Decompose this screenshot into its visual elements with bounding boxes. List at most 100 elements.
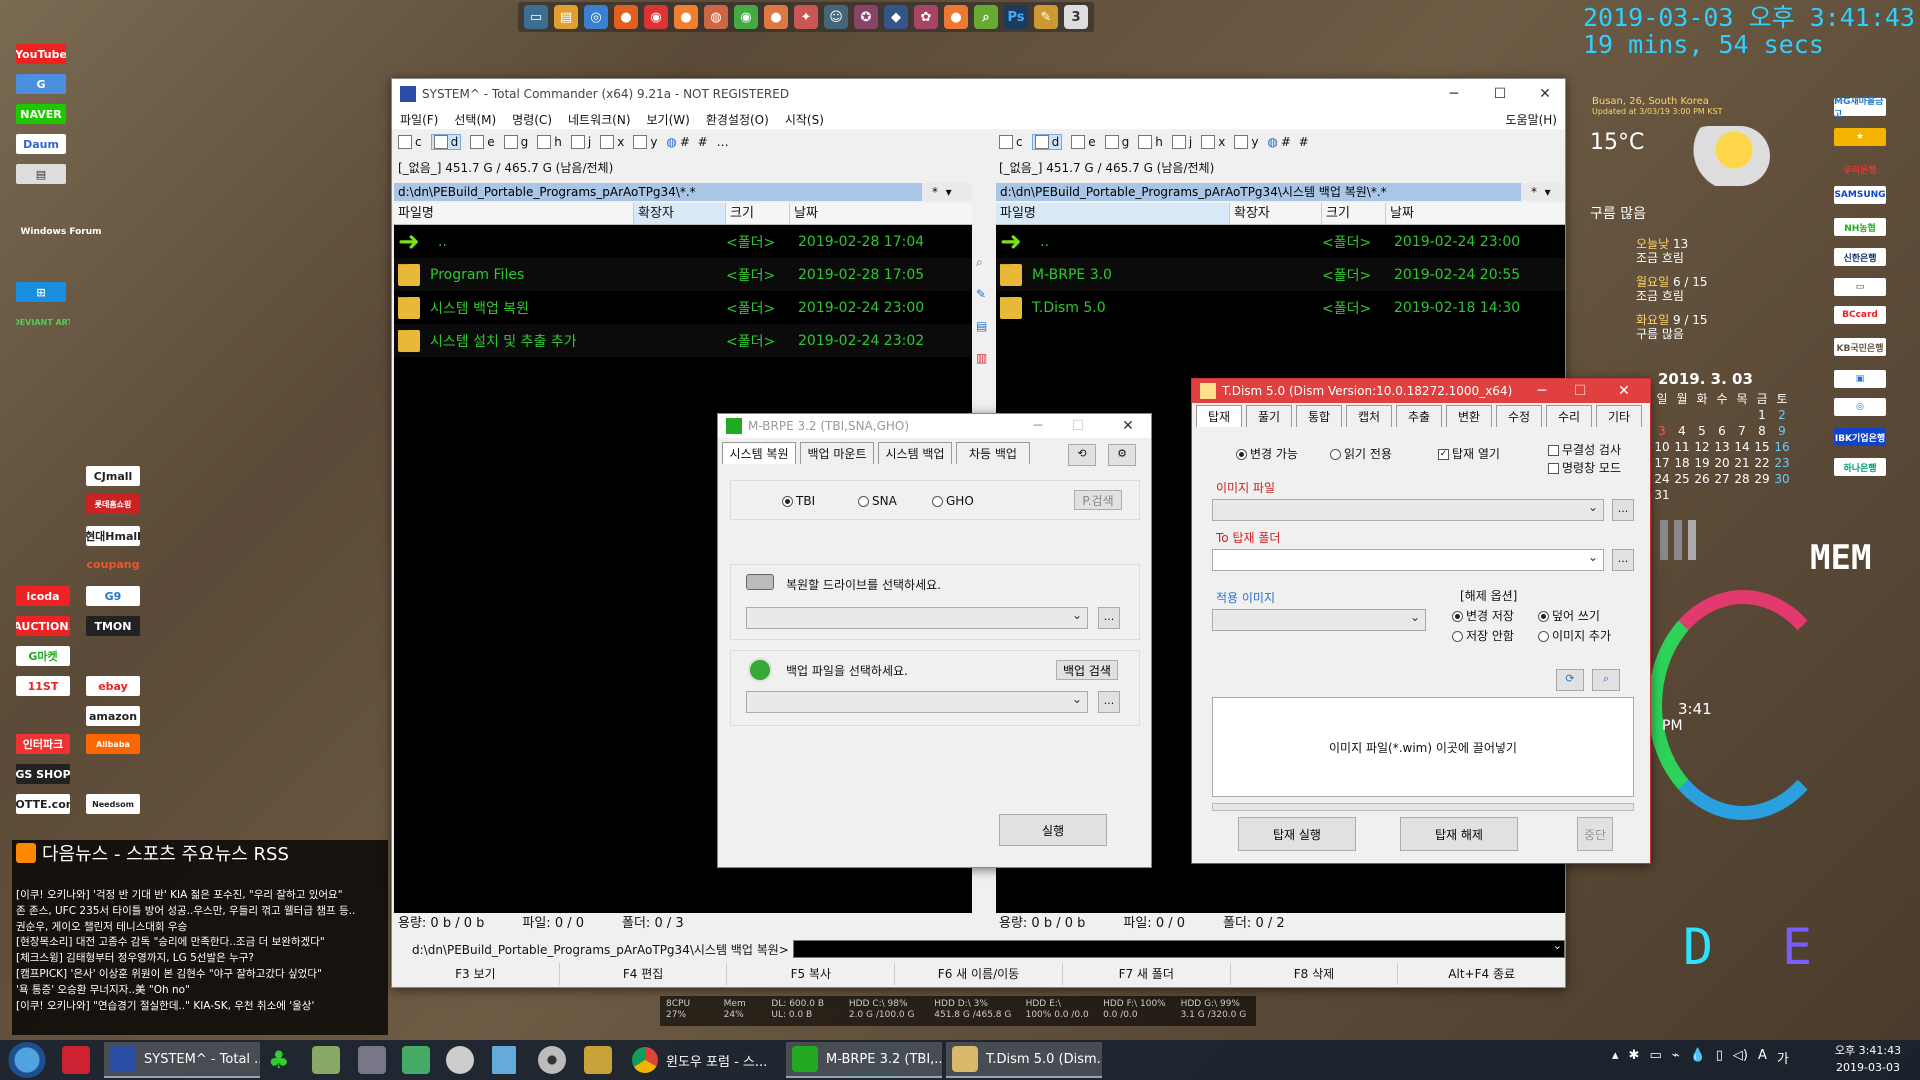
gear-app-icon[interactable] bbox=[358, 1046, 386, 1074]
search-icon[interactable]: ⌕ bbox=[974, 5, 998, 29]
drive-h[interactable]: h bbox=[537, 135, 562, 149]
11st-icon[interactable]: 11ST bbox=[16, 676, 70, 696]
lotte-icon[interactable]: LOTTE.com bbox=[16, 794, 70, 814]
drive-c[interactable]: c bbox=[398, 135, 422, 149]
tab-extract[interactable]: 추출 bbox=[1396, 405, 1442, 427]
browser-icon[interactable]: ◍ bbox=[704, 5, 728, 29]
bank3-icon[interactable]: ◎ bbox=[1834, 398, 1886, 416]
refresh-icon[interactable]: ⟲ bbox=[1068, 444, 1096, 466]
tab-system-restore[interactable]: 시스템 복원 bbox=[722, 442, 796, 464]
network-icon[interactable]: ▴ bbox=[1612, 1048, 1619, 1072]
volume-icon[interactable]: ◁) bbox=[1733, 1048, 1748, 1072]
f5-copy-button[interactable]: F5 복사 bbox=[727, 963, 896, 985]
tab-diff-backup[interactable]: 차등 백업 bbox=[956, 442, 1030, 464]
alibaba-icon[interactable]: Alibaba bbox=[86, 734, 140, 754]
drive-x[interactable]: x bbox=[1201, 135, 1225, 149]
chrome-icon[interactable]: ◉ bbox=[644, 5, 668, 29]
file-row[interactable]: 시스템 백업 복원 <폴더> 2019-02-24 23:00 bbox=[394, 291, 972, 324]
image-file-combo[interactable] bbox=[1212, 499, 1604, 521]
tab-unpack[interactable]: 풀기 bbox=[1246, 405, 1292, 427]
ime-icon[interactable]: 가 bbox=[1777, 1048, 1789, 1072]
folder-icon[interactable]: ▤ bbox=[554, 5, 578, 29]
news-item[interactable]: '욕 통증' 오승환 무너지자..美 "Oh no" bbox=[12, 983, 388, 999]
language-icon[interactable]: A bbox=[1758, 1048, 1767, 1072]
file-icon[interactable] bbox=[492, 1046, 516, 1074]
file-row[interactable]: ➜.. <폴더> 2019-02-28 17:04 bbox=[394, 225, 972, 258]
gmarket-icon[interactable]: G마켓 bbox=[16, 646, 70, 666]
interpark-icon[interactable]: 인터파크 bbox=[16, 734, 70, 754]
media-icon[interactable]: ◆ bbox=[884, 5, 908, 29]
check-integrity[interactable]: 무결성 검사 bbox=[1548, 441, 1621, 458]
tab-backup-mount[interactable]: 백업 마운트 bbox=[800, 442, 874, 464]
ibk-bank-icon[interactable]: IBK기업은행 bbox=[1834, 428, 1886, 446]
hana-bank-icon[interactable]: 하나은행 bbox=[1834, 458, 1886, 476]
drive-g[interactable]: g bbox=[1104, 135, 1129, 149]
radio-readwrite[interactable]: 변경 가능 bbox=[1236, 445, 1298, 462]
minimize-button[interactable]: ─ bbox=[1431, 79, 1477, 109]
drive-x[interactable]: x bbox=[600, 135, 624, 149]
coupang-icon[interactable]: coupang bbox=[86, 554, 140, 574]
drive-tray-icon[interactable]: ▯ bbox=[1716, 1048, 1723, 1072]
drive-h[interactable]: h bbox=[1138, 135, 1163, 149]
f4-edit-button[interactable]: F4 편집 bbox=[560, 963, 728, 985]
icoda-icon[interactable]: icoda bbox=[16, 586, 70, 606]
tab-convert[interactable]: 변환 bbox=[1446, 405, 1492, 427]
news-title[interactable]: 다음뉴스 - 스포츠 주요뉴스 RSS bbox=[42, 840, 289, 866]
left-path[interactable]: d:\dn\PEBuild_Portable_Programs_pArAoTPg… bbox=[394, 183, 922, 201]
usb-icon[interactable]: ⌁ bbox=[1672, 1048, 1680, 1072]
taskbar-item-mbrpe[interactable]: M-BRPE 3.2 (TBI,... bbox=[786, 1042, 942, 1078]
command-input[interactable]: ⌄ bbox=[792, 939, 1565, 958]
tool-icon[interactable]: ✦ bbox=[794, 5, 818, 29]
amazon-icon[interactable]: amazon bbox=[86, 706, 140, 726]
user-icon[interactable]: ☺ bbox=[824, 5, 848, 29]
file-row[interactable]: 시스템 설치 및 추출 추가 <폴더> 2019-02-24 23:02 bbox=[394, 324, 972, 357]
taskbar-item-total-commander[interactable]: SYSTEM^ - Total ... bbox=[104, 1042, 260, 1078]
menu-file[interactable]: 파일(F) bbox=[392, 111, 446, 128]
woori-bank-icon[interactable]: 우리은행 bbox=[1834, 160, 1886, 178]
backup-browse-button[interactable]: ... bbox=[1098, 691, 1120, 713]
col-name[interactable]: 파일명 bbox=[394, 203, 634, 224]
image-browse-button[interactable]: ... bbox=[1612, 499, 1634, 521]
drive-j[interactable]: j bbox=[570, 135, 591, 149]
news-item[interactable]: [캠프PICK] '은사' 이상훈 위원이 본 김현수 "야구 잘하고갔다 싶었… bbox=[12, 967, 388, 983]
needsom-icon[interactable]: Needsom bbox=[86, 794, 140, 814]
mount-folder-browse-button[interactable]: ... bbox=[1612, 549, 1634, 571]
search-files-icon[interactable]: ⌕ bbox=[976, 255, 983, 270]
radio-tbi[interactable]: TBI bbox=[782, 494, 815, 508]
auction-icon[interactable]: AUCTION. bbox=[16, 616, 70, 636]
cjmall-icon[interactable]: CJmall bbox=[86, 466, 140, 486]
compare-icon[interactable]: ▤ bbox=[976, 319, 987, 333]
maximize-button[interactable]: ☐ bbox=[1058, 414, 1098, 438]
minimize-button[interactable]: ─ bbox=[1522, 379, 1562, 403]
globe-icon[interactable]: ◎ bbox=[584, 5, 608, 29]
file-row[interactable]: M-BRPE 3.0 <폴더> 2019-02-24 20:55 bbox=[996, 258, 1565, 291]
close-button[interactable]: ✕ bbox=[1522, 79, 1568, 109]
menu-commands[interactable]: 명령(C) bbox=[504, 111, 560, 128]
unmount-button[interactable]: 탑재 해제 bbox=[1400, 817, 1518, 851]
refresh-icon[interactable]: ⟳ bbox=[1556, 669, 1584, 691]
menu-mark[interactable]: 선택(M) bbox=[446, 111, 504, 128]
chrome-alt-icon[interactable]: ◉ bbox=[734, 5, 758, 29]
edit-icon[interactable]: ✎ bbox=[976, 287, 986, 301]
youtube-icon[interactable]: YouTube bbox=[16, 44, 66, 64]
clover-icon[interactable]: ♣ bbox=[268, 1046, 296, 1074]
disc-icon[interactable] bbox=[538, 1046, 566, 1074]
drive-g[interactable]: g bbox=[503, 135, 528, 149]
tab-integrate[interactable]: 통합 bbox=[1296, 405, 1342, 427]
check-open-after-mount[interactable]: ✓ 탑재 열기 bbox=[1438, 445, 1500, 462]
maximize-button[interactable]: ☐ bbox=[1477, 79, 1523, 109]
run-button[interactable]: 실행 bbox=[999, 814, 1107, 846]
f3-view-button[interactable]: F3 보기 bbox=[392, 963, 560, 985]
taskbar-item-tdism[interactable]: T.Dism 5.0 (Dism... bbox=[946, 1042, 1102, 1078]
deviantart-icon[interactable]: DEVIANT ART bbox=[16, 312, 70, 332]
menu-show[interactable]: 보기(W) bbox=[639, 111, 698, 128]
box-icon[interactable] bbox=[584, 1046, 612, 1074]
col-date[interactable]: 날짜 bbox=[1386, 203, 1565, 224]
water-icon[interactable]: 💧 bbox=[1690, 1048, 1706, 1072]
drive-browse-button[interactable]: ... bbox=[1098, 607, 1120, 629]
col-size[interactable]: 크기 bbox=[1322, 203, 1386, 224]
network-drive[interactable]: ◍ # # bbox=[666, 135, 707, 149]
hmall-icon[interactable]: 현대Hmall bbox=[86, 526, 140, 546]
col-ext[interactable]: 확장자 bbox=[1230, 203, 1322, 224]
gsshop-icon[interactable]: GS SHOP bbox=[16, 764, 70, 784]
